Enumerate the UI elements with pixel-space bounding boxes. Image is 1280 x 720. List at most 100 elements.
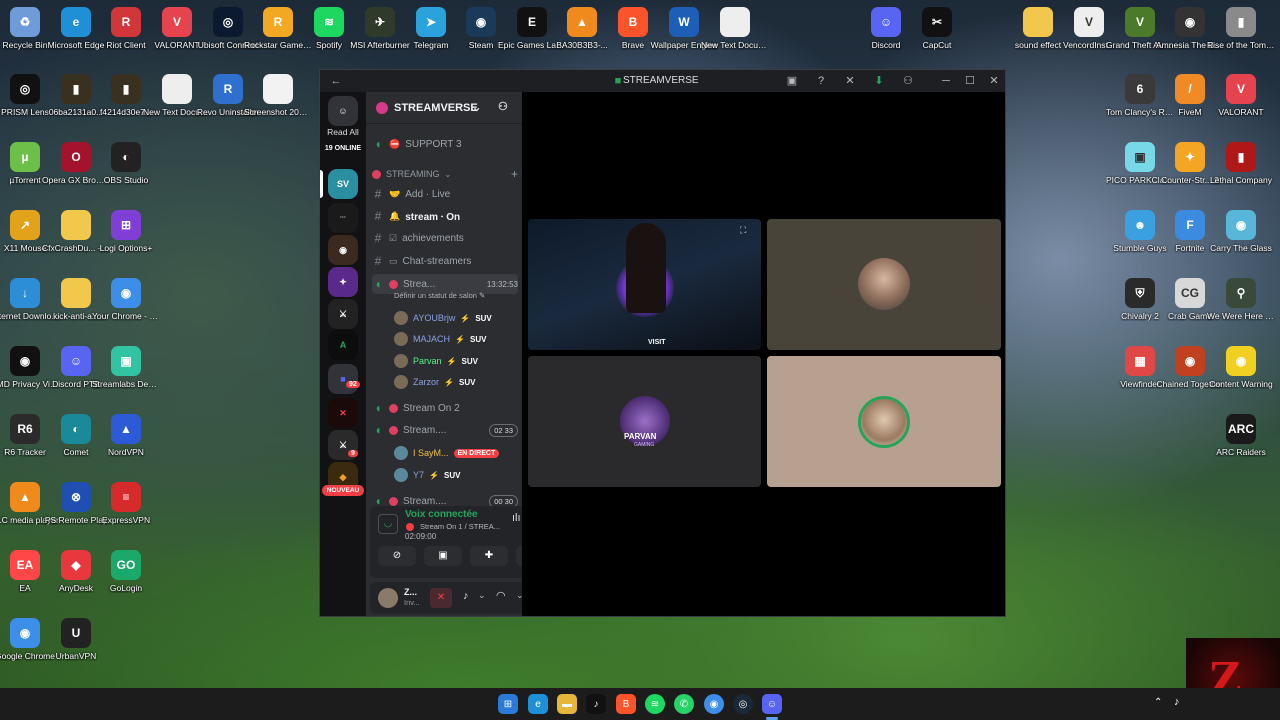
download-icon[interactable]: ⬇ — [871, 73, 887, 89]
voice-channel[interactable]: ◖ Stream.... 02 33 — [372, 420, 518, 440]
discord-home-icon[interactable]: ☺ — [328, 96, 358, 126]
desktop-shortcut[interactable]: Screenshot 2026-01-... — [244, 74, 312, 117]
video-tile-1[interactable]: VISIT ⛶ — [528, 219, 761, 350]
inbox-icon[interactable]: ▣ — [784, 73, 800, 89]
voice-user[interactable]: Y7 ⚡ SUV — [394, 465, 460, 485]
server-rail: ☺ Read All 19 ONLINE SV ··· ◉ ✦ ⚔ A ■ 92… — [320, 92, 366, 616]
whatsapp-icon[interactable]: ✆ — [674, 694, 694, 714]
game-activity-icon[interactable]: ✕ — [430, 588, 452, 608]
video-tile-3[interactable]: PARVAN GAMING — [528, 356, 761, 487]
desktop-shortcut[interactable]: ✂ CapCut — [903, 7, 971, 50]
desktop-shortcut[interactable]: ≡ ExpressVPN — [92, 482, 160, 525]
minimize-button[interactable]: ─ — [938, 73, 954, 89]
close-button[interactable]: ✕ — [986, 73, 1002, 89]
desktop-shortcut[interactable]: ▮ Lethal Company — [1207, 142, 1275, 185]
steam-icon[interactable]: ◎ — [733, 694, 753, 714]
vlc-icon: ▲ — [567, 7, 597, 37]
tools-icon[interactable]: ✕ — [842, 73, 858, 89]
chevron-up-icon[interactable]: ⌃ — [1154, 697, 1162, 708]
help-icon[interactable]: ? — [813, 73, 829, 89]
shortcut-label: New Text Docume... — [701, 40, 769, 50]
microphone-icon[interactable]: ♪ — [463, 590, 469, 602]
desktop-shortcut[interactable]: V VALORANT — [1207, 74, 1275, 117]
category-streaming[interactable]: STREAMING ⌄ + — [372, 164, 518, 184]
voice-channel-name[interactable]: Stream On 1 / STREA... — [420, 522, 500, 531]
headphones-icon[interactable]: ◠ — [496, 589, 506, 602]
gta-icon: V — [1125, 7, 1155, 37]
discord-icon[interactable]: ☺ — [762, 694, 782, 714]
microphone-icon[interactable]: ♪ — [1174, 696, 1180, 708]
server-icon-3[interactable]: ◉ — [328, 235, 358, 265]
mic-chevron-icon[interactable]: ⌄ — [478, 590, 486, 601]
video-tile-4[interactable] — [767, 356, 1001, 487]
add-member-icon[interactable]: ⚇ — [498, 100, 508, 113]
hash-icon: # — [374, 187, 382, 201]
desktop-shortcut[interactable]: GO GoLogin — [92, 550, 160, 593]
desktop-shortcut[interactable]: ▮ Rise of the Tomb Raid... — [1207, 7, 1275, 50]
text-channel[interactable]: # ▭ Chat-streamers — [372, 251, 518, 271]
server-icon-7[interactable]: ✕ — [328, 398, 358, 428]
signal-icon[interactable]: ◡ — [378, 514, 398, 534]
voice-channel[interactable]: ◖ Stream On 2 — [372, 398, 518, 418]
server-icon-2[interactable]: ··· — [328, 203, 358, 233]
server-icon-5[interactable]: ⚔ — [328, 299, 358, 329]
desktop-shortcut[interactable]: ◉ Content Warning — [1207, 346, 1275, 389]
desktop-shortcut[interactable]: ▣ Streamlabs Desktop — [92, 346, 160, 389]
voice-user[interactable]: Zarzor ⚡ SUV — [394, 372, 475, 392]
voice-user[interactable]: Parvan ⚡ SUV — [394, 351, 478, 371]
edge-icon[interactable]: e — [528, 694, 548, 714]
spotify-icon[interactable]: ≋ — [645, 694, 665, 714]
voice-channel[interactable]: ◖ ⛔ SUPPORT 3 — [372, 134, 518, 154]
folder-icon — [61, 210, 91, 240]
channel-label: Stream On 2 — [403, 402, 460, 414]
folder-icon[interactable]: ■ — [328, 364, 358, 394]
file-icon: ▮ — [111, 74, 141, 104]
back-arrow-icon[interactable]: ← — [328, 73, 344, 89]
screen-share-button[interactable]: ▣ — [424, 546, 462, 566]
add-channel-icon[interactable]: + — [511, 167, 518, 181]
focus-icon[interactable]: ⛶ — [740, 225, 746, 236]
activities-button[interactable]: ✚ — [470, 546, 508, 566]
anydesk-icon: ◆ — [61, 550, 91, 580]
voice-user[interactable]: MAJACH ⚡ SUV — [394, 329, 486, 349]
server-icon-streamverse[interactable]: SV — [328, 169, 358, 199]
desktop-shortcut[interactable]: ◉ Carry The Glass — [1207, 210, 1275, 253]
file-explorer-icon[interactable]: ▬ — [557, 694, 577, 714]
shortcut-label: ExpressVPN — [101, 515, 151, 525]
server-icon-4[interactable]: ✦ — [328, 267, 358, 297]
activity-icon[interactable]: ⚇ — [900, 73, 916, 89]
desktop-shortcut[interactable]: New Text Docume... — [701, 7, 769, 50]
desktop-shortcut[interactable]: ⚲ We Were Here Exp... — [1207, 278, 1275, 321]
desktop-shortcut[interactable]: ▲ NordVPN — [92, 414, 160, 457]
desktop-shortcut[interactable]: ◉ Your Chrome - Chrome — [92, 278, 160, 321]
desktop-shortcut[interactable]: U UrbanVPN — [42, 618, 110, 661]
text-channel[interactable]: # 🤝 Add · Live — [372, 184, 518, 204]
voice-user[interactable]: AYOUBrjw ⚡ SUV — [394, 308, 492, 328]
server-header[interactable]: STREAMVERSE ⌄ ⚇ — [366, 92, 522, 124]
channel-emoji-icon — [389, 279, 398, 289]
desktop-shortcut[interactable]: ARC ARC Raiders — [1207, 414, 1275, 457]
streamlabs-icon: ▣ — [111, 346, 141, 376]
stumble-icon: ☻ — [1125, 210, 1155, 240]
desktop-shortcut[interactable]: ⊞ Logi Options+ — [92, 210, 160, 253]
avatar[interactable] — [378, 588, 398, 608]
server-icon-6[interactable]: A — [328, 330, 358, 360]
channel-status[interactable]: Définir un statut de salon ✎ — [394, 291, 485, 300]
maximize-button[interactable]: ☐ — [962, 73, 978, 89]
r6siege-icon: 6 — [1125, 74, 1155, 104]
noise-suppression-icon[interactable]: ılı — [512, 512, 521, 524]
windows-start-icon[interactable]: ⊞ — [498, 694, 518, 714]
read-all-button[interactable]: Read All — [322, 127, 364, 137]
chrome-icon[interactable]: ◉ — [704, 694, 724, 714]
lightning-icon: ⚡ — [444, 377, 454, 387]
desktop-shortcut[interactable]: ◐ OBS Studio — [92, 142, 160, 185]
voice-user[interactable]: I SayM... EN DIRECT — [394, 443, 500, 463]
shortcut-label: Content Warning — [1209, 379, 1273, 389]
vencord-icon: V — [1074, 7, 1104, 37]
brave-icon[interactable]: B — [616, 694, 636, 714]
video-tile-2[interactable] — [767, 219, 1001, 350]
text-channel[interactable]: # ☑ achievements — [372, 228, 518, 248]
tiktok-icon[interactable]: ♪ — [586, 694, 606, 714]
text-channel[interactable]: # 🔔 stream ⸱ On — [372, 206, 518, 226]
camera-toggle-button[interactable]: ⊘ — [378, 546, 416, 566]
